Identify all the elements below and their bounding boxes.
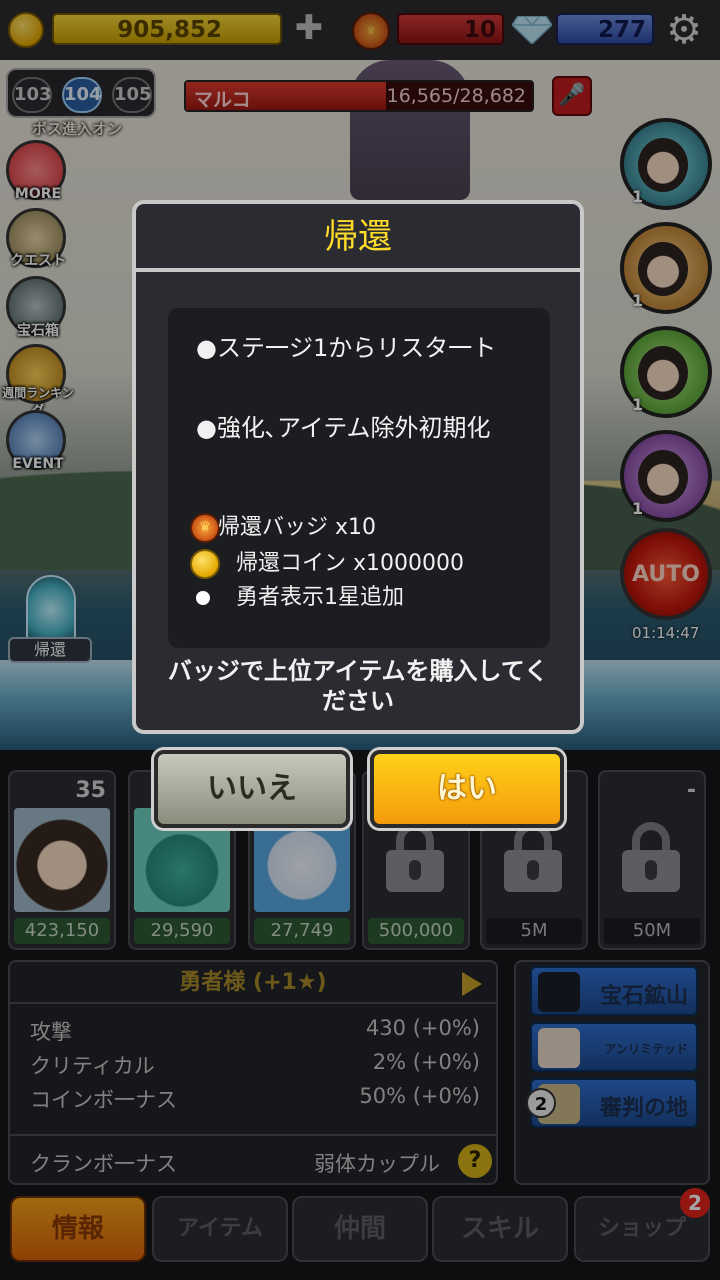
dialog-title: 帰還 [324, 217, 392, 257]
bullet-icon [196, 591, 210, 605]
dialog-body: ●ステ一ジ1からリスタ一ト ●強化､アイテム除外初期化 帰還バッジ x10 帰還… [168, 308, 550, 648]
reward-coins-text: 帰還コイン x1000000 [236, 551, 464, 576]
no-button[interactable]: いいえ [154, 750, 350, 828]
reward-star: 勇者表示1星追加 [190, 582, 520, 614]
reward-coins: 帰還コイン x1000000 [190, 548, 520, 580]
reward-star-text: 勇者表示1星追加 [236, 585, 404, 610]
dialog-line-reset: ●強化､アイテム除外初期化 [196, 414, 491, 442]
return-badge-icon [190, 513, 220, 543]
game-screen: { "topbar": { "gold": "905,852", "plus":… [0, 0, 720, 1280]
yes-button[interactable]: はい [370, 750, 564, 828]
reward-badges-text: 帰還バッジ x10 [218, 515, 377, 540]
dialog-footer: バッジで上位アイテムを購入してください [167, 657, 549, 715]
reward-badges: 帰還バッジ x10 [190, 512, 520, 544]
dialog-line-restart: ●ステ一ジ1からリスタ一ト [196, 334, 497, 362]
gold-coin-icon [190, 549, 220, 579]
dialog-divider [136, 268, 580, 272]
return-dialog: 帰還 ●ステ一ジ1からリスタ一ト ●強化､アイテム除外初期化 帰還バッジ x10… [132, 200, 584, 734]
